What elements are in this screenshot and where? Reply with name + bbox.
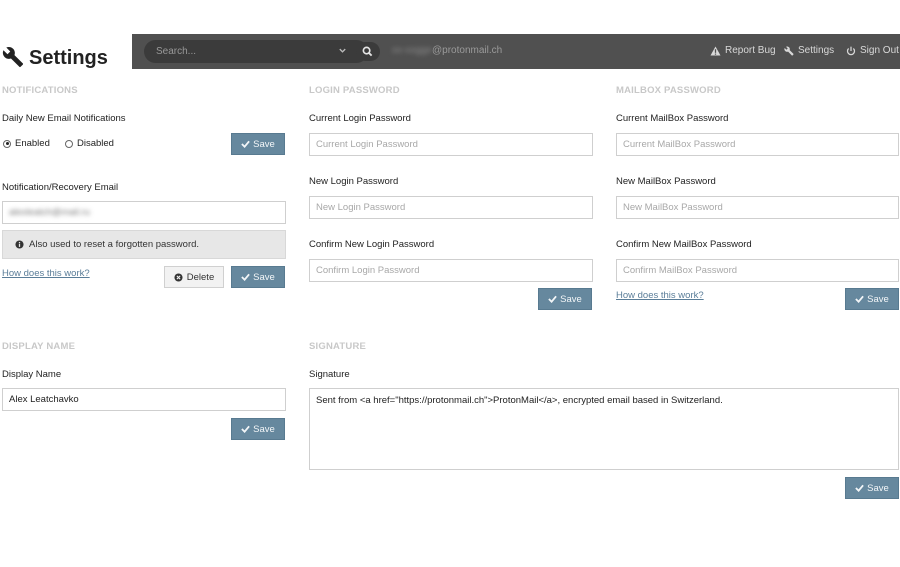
search-input[interactable] — [154, 43, 324, 60]
account-email-user: xx-xxgge — [392, 45, 433, 56]
page-title-text: Settings — [29, 46, 108, 69]
new-login-password-input[interactable] — [309, 196, 593, 219]
sign-out-link[interactable]: Sign Out — [846, 45, 899, 56]
login-password-title: LOGIN PASSWORD — [309, 85, 400, 96]
save-notifications-label: Save — [253, 138, 275, 150]
times-circle-icon — [174, 272, 183, 282]
recovery-email-field[interactable]: alexleatch@mail.ru — [2, 201, 286, 224]
check-icon — [855, 295, 864, 303]
mailbox-help-link[interactable]: How does this work? — [616, 290, 704, 301]
recovery-info-box: Also used to reset a forgotten password. — [2, 230, 286, 259]
confirm-login-password-label: Confirm New Login Password — [309, 239, 435, 250]
delete-recovery-label: Delete — [186, 271, 215, 283]
notifications-title: NOTIFICATIONS — [2, 85, 78, 96]
save-mailbox-password-button[interactable]: Save — [845, 288, 899, 310]
daily-notifications-label: Daily New Email Notifications — [2, 113, 126, 124]
current-login-password-input[interactable] — [309, 133, 593, 156]
mailbox-password-title: MAILBOX PASSWORD — [616, 85, 721, 96]
search-icon — [362, 46, 373, 57]
radio-disabled[interactable]: Disabled — [65, 138, 114, 149]
wrench-icon — [2, 46, 24, 71]
search-button[interactable] — [356, 42, 380, 61]
power-icon — [846, 46, 856, 55]
chevron-down-icon[interactable] — [338, 46, 347, 58]
save-signature-button[interactable]: Save — [845, 477, 899, 499]
sign-out-label: Sign Out — [860, 45, 899, 56]
search-box — [144, 40, 380, 63]
recovery-email-value: alexleatch@mail.ru — [9, 207, 90, 218]
signature-title: SIGNATURE — [309, 341, 367, 352]
warning-icon — [710, 45, 721, 56]
save-login-password-button[interactable]: Save — [538, 288, 592, 310]
check-icon — [241, 140, 250, 148]
current-mailbox-password-label: Current MailBox Password — [616, 113, 729, 124]
signature-textarea[interactable]: Sent from <a href="https://protonmail.ch… — [309, 388, 899, 470]
radio-enabled-circle[interactable] — [3, 139, 11, 148]
settings-label: Settings — [798, 45, 835, 56]
save-notifications-button[interactable]: Save — [231, 133, 285, 155]
save-login-password-label: Save — [560, 293, 582, 305]
wrench-icon — [784, 45, 794, 56]
signature-label: Signature — [309, 369, 350, 380]
save-signature-label: Save — [867, 482, 889, 494]
display-name-title: DISPLAY NAME — [2, 341, 76, 352]
check-icon — [241, 273, 250, 281]
recovery-info-text: Also used to reset a forgotten password. — [29, 239, 200, 250]
save-display-name-label: Save — [253, 423, 275, 435]
confirm-mailbox-password-input[interactable] — [616, 259, 899, 282]
radio-enabled-label: Enabled — [15, 138, 50, 149]
top-bar: xx-xxgge@protonmail.ch Report Bug Settin… — [132, 34, 900, 69]
radio-disabled-circle[interactable] — [65, 139, 73, 148]
delete-recovery-button[interactable]: Delete — [164, 266, 224, 288]
display-name-label: Display Name — [2, 369, 62, 380]
save-recovery-button[interactable]: Save — [231, 266, 285, 288]
display-name-input[interactable] — [2, 388, 286, 411]
confirm-login-password-input[interactable] — [309, 259, 593, 282]
save-mailbox-password-label: Save — [867, 293, 889, 305]
report-bug-link[interactable]: Report Bug — [710, 45, 776, 56]
check-icon — [855, 484, 864, 492]
radio-disabled-label: Disabled — [77, 138, 114, 149]
check-icon — [548, 295, 557, 303]
account-email: xx-xxgge@protonmail.ch — [392, 45, 502, 56]
current-mailbox-password-input[interactable] — [616, 133, 899, 156]
new-mailbox-password-label: New MailBox Password — [616, 176, 716, 187]
radio-enabled[interactable]: Enabled — [3, 138, 50, 149]
account-email-domain: @protonmail.ch — [432, 45, 503, 56]
settings-link[interactable]: Settings — [784, 45, 834, 56]
save-display-name-button[interactable]: Save — [231, 418, 285, 440]
check-icon — [241, 425, 250, 433]
page-title: Settings — [2, 44, 108, 72]
save-recovery-label: Save — [253, 271, 275, 283]
report-bug-label: Report Bug — [725, 45, 776, 56]
new-mailbox-password-input[interactable] — [616, 196, 899, 219]
info-icon — [15, 240, 24, 249]
notifications-help-link[interactable]: How does this work? — [2, 268, 90, 279]
recovery-email-label: Notification/Recovery Email — [2, 182, 119, 193]
confirm-mailbox-password-label: Confirm New MailBox Password — [616, 239, 752, 250]
new-login-password-label: New Login Password — [309, 176, 399, 187]
current-login-password-label: Current Login Password — [309, 113, 411, 124]
